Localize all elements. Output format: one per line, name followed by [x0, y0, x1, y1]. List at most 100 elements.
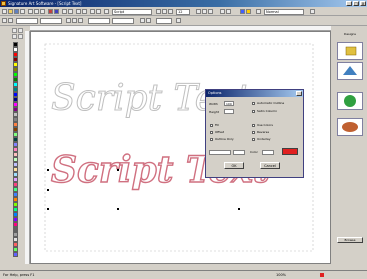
size-field[interactable]: 12 — [176, 9, 190, 15]
design-thumb-4[interactable] — [337, 118, 363, 136]
measure-icon[interactable] — [256, 9, 261, 14]
zoom-in-icon[interactable] — [62, 9, 67, 14]
option-a-label: Automatic Outline — [257, 101, 285, 105]
palette-swatch[interactable] — [13, 252, 18, 257]
width-label: Width — [209, 102, 218, 106]
group-icon[interactable] — [72, 18, 77, 23]
stitch-icon[interactable] — [140, 18, 145, 23]
selection-handle[interactable] — [117, 208, 119, 210]
option-g-label: Reverse — [257, 130, 270, 134]
main-toolbar: Script 12 Normal — [0, 8, 367, 16]
grid-icon[interactable] — [220, 9, 225, 14]
tool-select-icon[interactable] — [12, 28, 17, 33]
help-icon[interactable] — [310, 9, 315, 14]
left-align-icon[interactable] — [196, 9, 201, 14]
option-a-checkbox[interactable] — [252, 102, 255, 105]
tool-fill-icon[interactable] — [18, 34, 23, 39]
option-g-checkbox[interactable] — [252, 131, 255, 134]
preset-value[interactable] — [233, 150, 245, 155]
underline-icon[interactable] — [168, 9, 173, 14]
node-icon[interactable] — [8, 18, 13, 23]
option-d-checkbox[interactable] — [210, 131, 213, 134]
selection-handle[interactable] — [117, 169, 119, 171]
color-label: Color — [250, 150, 258, 154]
height-input[interactable] — [224, 109, 234, 114]
print-icon[interactable] — [20, 9, 25, 14]
selection-handle[interactable] — [238, 208, 240, 210]
ok-button[interactable]: OK — [224, 162, 244, 169]
status-bar: For Help, press F1 100% — [0, 270, 367, 279]
cancel-button[interactable]: Cancel — [260, 162, 280, 169]
tool-text-icon[interactable] — [18, 28, 23, 33]
minimize-button[interactable]: _ — [346, 1, 352, 6]
option-c-label: Fill — [215, 123, 220, 127]
font-select[interactable]: Script — [112, 9, 152, 15]
density-field[interactable] — [156, 18, 172, 24]
option-f-label: Use Colors — [257, 123, 273, 127]
preset-input[interactable] — [209, 150, 231, 155]
new-icon[interactable] — [2, 9, 7, 14]
ungroup-icon[interactable] — [78, 18, 83, 23]
window-title: Signature Art Software - [Script Text] — [8, 1, 82, 6]
bold-icon[interactable] — [156, 9, 161, 14]
tool-draw-icon[interactable] — [12, 34, 17, 39]
paste-icon[interactable] — [40, 9, 45, 14]
color-icon[interactable] — [240, 9, 245, 14]
height-field[interactable] — [112, 18, 134, 24]
selection-handle[interactable] — [47, 208, 49, 210]
pointer-icon[interactable] — [2, 18, 7, 23]
options-dialog: Options Width 100 Height Automatic Outli… — [205, 89, 304, 178]
lock-icon[interactable] — [66, 18, 71, 23]
italic-icon[interactable] — [162, 9, 167, 14]
option-c-checkbox[interactable] — [210, 124, 213, 127]
design-thumb-3[interactable] — [337, 92, 363, 110]
zoom-out-icon[interactable] — [68, 9, 73, 14]
density-icon[interactable] — [146, 18, 151, 23]
selection-handle[interactable] — [47, 169, 49, 171]
copy-icon[interactable] — [34, 9, 39, 14]
dialog-title-bar: Options — [206, 90, 303, 97]
color-select[interactable] — [262, 150, 274, 155]
redo-icon[interactable] — [54, 9, 59, 14]
cut-icon[interactable] — [28, 9, 33, 14]
undo-icon[interactable] — [48, 9, 53, 14]
design-thumb-2[interactable] — [337, 62, 363, 80]
center-align-icon[interactable] — [202, 9, 207, 14]
right-align-icon[interactable] — [208, 9, 213, 14]
dialog-close-button[interactable] — [296, 91, 302, 96]
save-icon[interactable] — [14, 9, 19, 14]
width-field[interactable] — [88, 18, 110, 24]
panel-header: Designs — [344, 32, 356, 36]
x-position-field[interactable] — [16, 18, 38, 24]
mirror-icon[interactable] — [90, 9, 95, 14]
app-icon — [1, 1, 6, 6]
refresh-icon[interactable] — [176, 18, 181, 23]
option-e-checkbox[interactable] — [210, 138, 213, 141]
browse-button[interactable]: Browse — [337, 237, 363, 243]
selection-handle[interactable] — [47, 189, 49, 191]
align-icon[interactable] — [96, 9, 101, 14]
option-b-checkbox[interactable] — [252, 110, 255, 113]
select-icon[interactable] — [76, 9, 81, 14]
option-f-checkbox[interactable] — [252, 124, 255, 127]
snap-icon[interactable] — [226, 9, 231, 14]
text-icon[interactable] — [104, 9, 109, 14]
open-icon[interactable] — [8, 9, 13, 14]
option-h-label: Underlay — [257, 137, 271, 141]
option-e-label: Outline Only — [215, 137, 234, 141]
y-position-field[interactable] — [40, 18, 62, 24]
close-button[interactable]: x — [360, 1, 366, 6]
zoom-indicator: 100% — [276, 273, 287, 277]
option-d-label: Offset — [215, 130, 225, 134]
height-label: Height — [209, 110, 219, 114]
highlight-icon[interactable] — [246, 9, 251, 14]
color-swatch[interactable] — [282, 148, 298, 155]
option-h-checkbox[interactable] — [252, 138, 255, 141]
width-input[interactable]: 100 — [224, 101, 234, 106]
rotate-icon[interactable] — [82, 9, 87, 14]
record-icon — [320, 273, 324, 277]
design-thumb-1[interactable] — [337, 42, 363, 60]
option-b-label: Satin Column — [257, 109, 278, 113]
style-select[interactable]: Normal — [264, 9, 304, 15]
maximize-button[interactable]: □ — [353, 1, 359, 6]
